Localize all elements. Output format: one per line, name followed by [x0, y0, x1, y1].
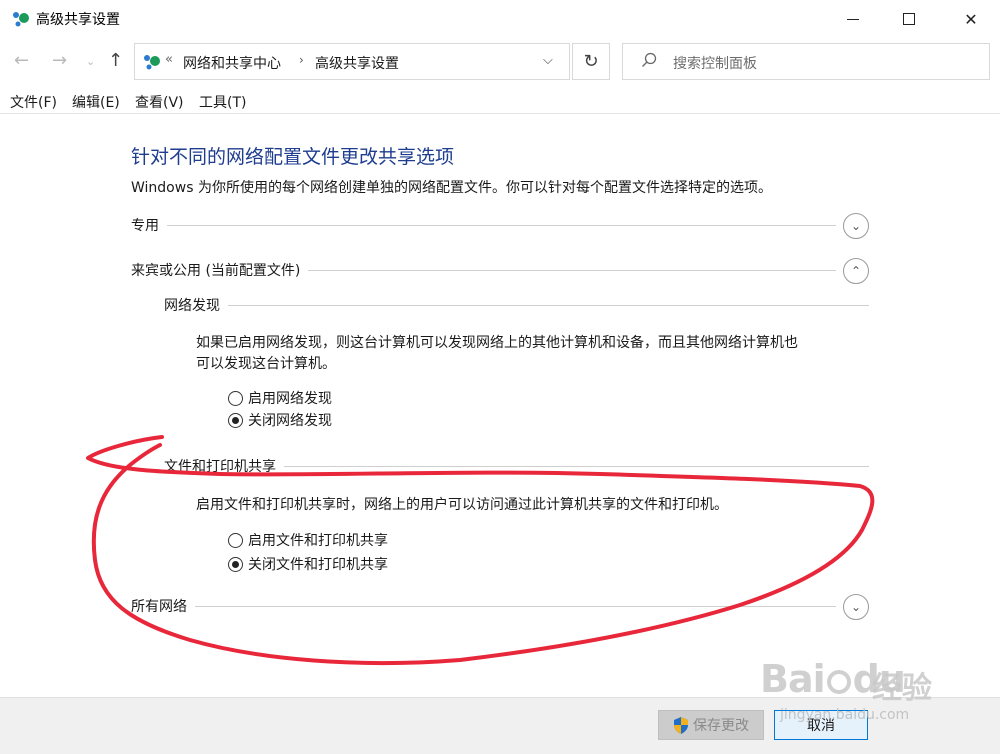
- network-discovery-desc-line: 可以发现这台计算机。: [196, 356, 336, 372]
- radio-label: 启用文件和打印机共享: [248, 533, 388, 549]
- network-discovery-header: 网络发现: [164, 295, 869, 319]
- radio-label: 关闭网络发现: [248, 413, 332, 429]
- recent-locations-button[interactable]: ⌄: [86, 55, 95, 68]
- menu-tools[interactable]: 工具(T): [199, 92, 246, 112]
- radio-enable-file-print[interactable]: 启用文件和打印机共享: [228, 530, 388, 550]
- menu-view[interactable]: 查看(V): [135, 92, 184, 112]
- cancel-button[interactable]: 取消: [774, 710, 868, 740]
- minimize-icon: [847, 18, 859, 20]
- radio-label: 关闭文件和打印机共享: [248, 557, 388, 573]
- uac-shield-icon: [674, 716, 688, 734]
- save-changes-button[interactable]: 保存更改: [658, 710, 764, 740]
- radio-selected-dot: [232, 560, 239, 568]
- radio-selected-dot: [232, 416, 239, 424]
- radio-button[interactable]: [228, 556, 243, 572]
- dialog-footer: 保存更改 取消: [0, 697, 1000, 754]
- expand-chevron-icon[interactable]: ⌄: [843, 594, 869, 620]
- up-button[interactable]: ↑: [108, 50, 123, 71]
- network-sharing-icon: [13, 12, 29, 27]
- network-sharing-icon: [144, 55, 160, 70]
- window-title: 高级共享设置: [36, 12, 120, 28]
- close-icon: ✕: [964, 9, 978, 29]
- maximize-icon: [903, 13, 915, 25]
- menu-edit[interactable]: 编辑(E): [72, 92, 120, 112]
- page-title: 针对不同的网络配置文件更改共享选项: [131, 146, 455, 168]
- profile-private-label: 专用: [131, 215, 167, 235]
- menu-file[interactable]: 文件(F): [10, 92, 57, 112]
- radio-button[interactable]: [228, 412, 243, 428]
- breadcrumb-overflow[interactable]: «: [165, 52, 173, 67]
- breadcrumb-chevron-icon[interactable]: ›: [299, 53, 304, 67]
- network-discovery-title: 网络发现: [164, 295, 228, 315]
- file-print-sharing-header: 文件和打印机共享: [164, 456, 869, 480]
- back-button[interactable]: ←: [14, 50, 29, 71]
- title-bar: 高级共享设置 ✕: [0, 0, 1000, 38]
- section-divider: [131, 606, 836, 607]
- main-content: 针对不同的网络配置文件更改共享选项 Windows 为你所使用的每个网络创建单独…: [0, 115, 1000, 697]
- profile-private-header[interactable]: 专用: [131, 215, 868, 239]
- breadcrumb-network-center[interactable]: 网络和共享中心: [183, 53, 281, 73]
- minimize-button[interactable]: [826, 0, 880, 38]
- refresh-icon: ↻: [583, 51, 599, 72]
- radio-enable-discovery[interactable]: 启用网络发现: [228, 388, 332, 408]
- radio-button[interactable]: [228, 532, 243, 548]
- file-print-sharing-title: 文件和打印机共享: [164, 456, 284, 476]
- breadcrumb-advanced-sharing[interactable]: 高级共享设置: [315, 53, 399, 73]
- cancel-label: 取消: [807, 718, 835, 734]
- radio-label: 启用网络发现: [248, 391, 332, 407]
- search-input[interactable]: 搜索控制面板: [622, 43, 990, 80]
- close-button[interactable]: ✕: [944, 0, 998, 38]
- refresh-button[interactable]: ↻: [572, 43, 610, 80]
- expand-chevron-icon[interactable]: ⌄: [843, 213, 869, 239]
- network-discovery-desc-line: 如果已启用网络发现，则这台计算机可以发现网络上的其他计算机和设备，而且其他网络计…: [196, 335, 798, 351]
- network-discovery-desc: 如果已启用网络发现，则这台计算机可以发现网络上的其他计算机和设备，而且其他网络计…: [196, 333, 798, 375]
- profile-all-label: 所有网络: [131, 596, 195, 616]
- search-icon: [642, 52, 657, 67]
- radio-disable-file-print[interactable]: 关闭文件和打印机共享: [228, 554, 388, 574]
- forward-button[interactable]: →: [52, 50, 67, 71]
- page-description: Windows 为你所使用的每个网络创建单独的网络配置文件。你可以针对每个配置文…: [131, 180, 772, 196]
- save-changes-label: 保存更改: [693, 718, 749, 734]
- section-divider: [164, 305, 869, 306]
- address-dropdown-icon[interactable]: ⌵: [543, 53, 553, 68]
- file-print-sharing-desc: 启用文件和打印机共享时，网络上的用户可以访问通过此计算机共享的文件和打印机。: [196, 497, 728, 513]
- search-placeholder: 搜索控制面板: [673, 56, 757, 72]
- address-bar[interactable]: « 网络和共享中心 › 高级共享设置 ⌵: [134, 43, 570, 80]
- section-divider: [131, 225, 836, 226]
- collapse-chevron-icon[interactable]: ⌃: [843, 258, 869, 284]
- menu-bar: 文件(F) 编辑(E) 查看(V) 工具(T): [0, 88, 1000, 114]
- radio-button[interactable]: [228, 390, 243, 406]
- profile-all-header[interactable]: 所有网络: [131, 596, 868, 620]
- profile-guest-header[interactable]: 来宾或公用 (当前配置文件): [131, 260, 868, 284]
- profile-guest-label: 来宾或公用 (当前配置文件): [131, 260, 309, 280]
- radio-disable-discovery[interactable]: 关闭网络发现: [228, 410, 332, 430]
- maximize-button[interactable]: [882, 0, 936, 38]
